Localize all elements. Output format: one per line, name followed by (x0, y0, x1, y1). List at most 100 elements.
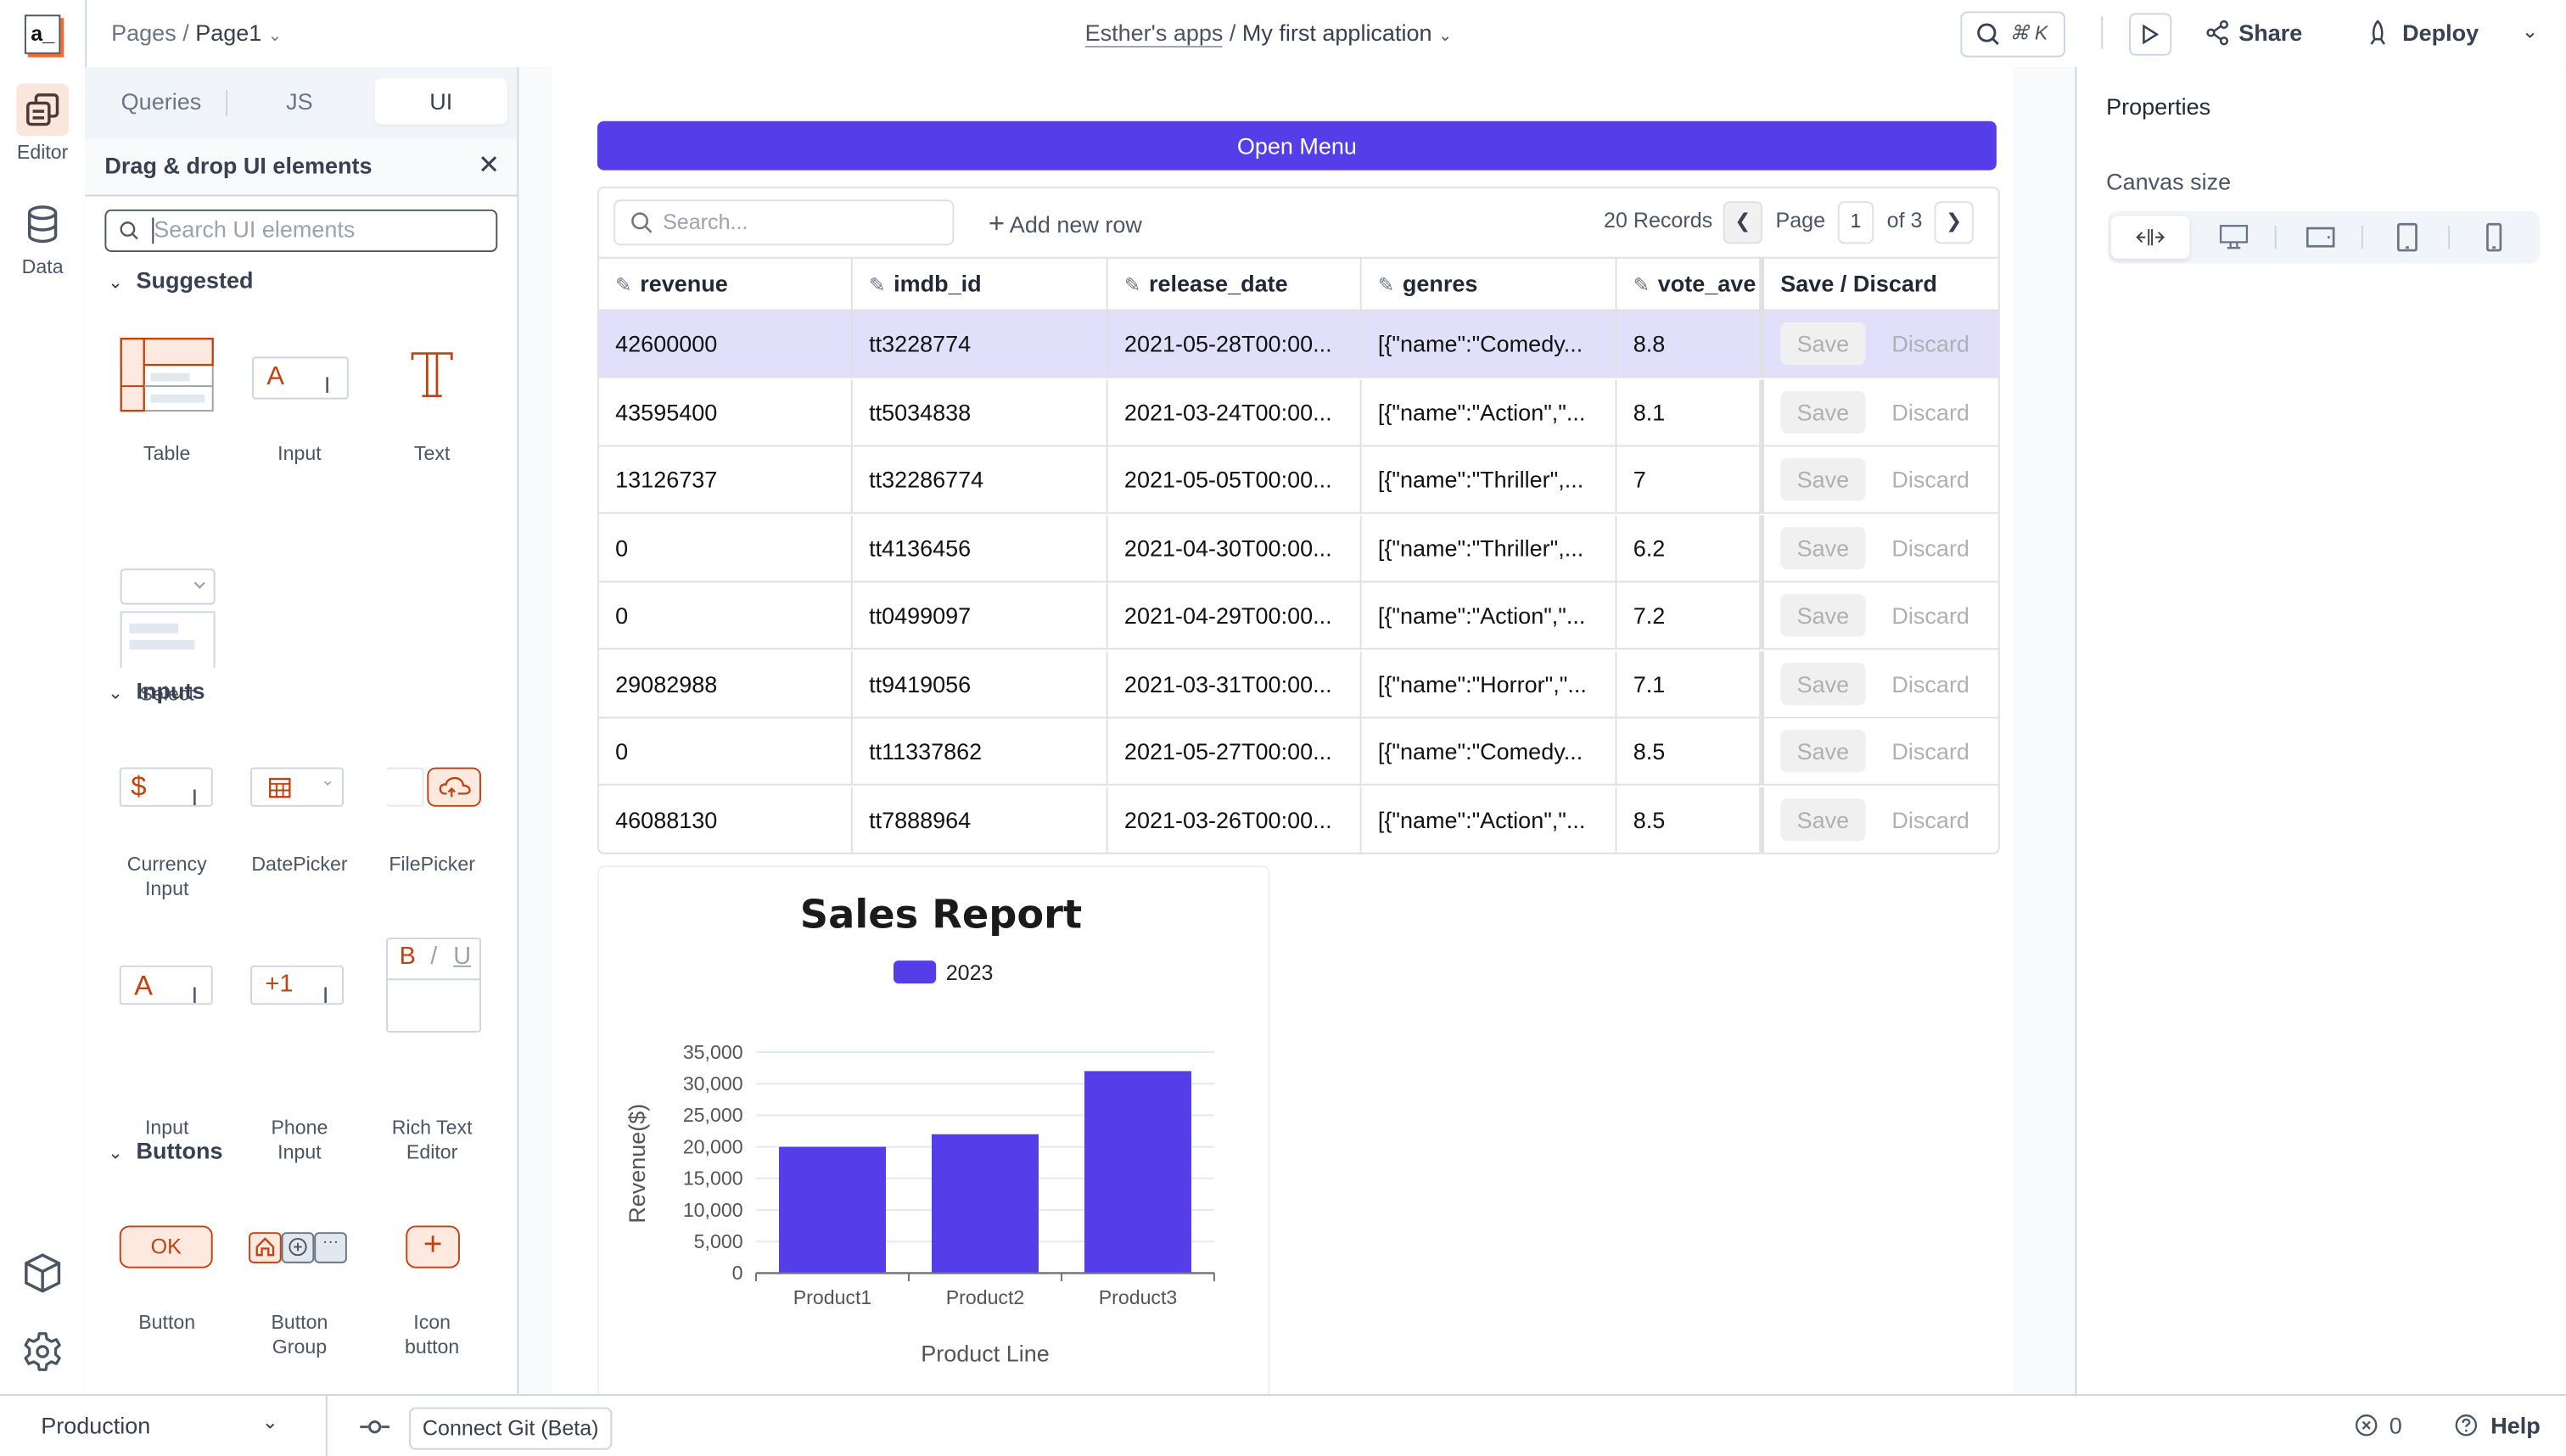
widget-card-phone-input[interactable]: +1 I Phone Input (234, 964, 365, 1163)
canvas-size-desktop[interactable] (2194, 216, 2273, 259)
table-cell[interactable]: 6.2 (1616, 514, 1762, 580)
deploy-options-chevron-icon[interactable]: ⌄ (2522, 20, 2538, 42)
table-row[interactable]: 0 tt0499097 2021-04-29T00:00... [{"name":"A… (598, 582, 1998, 650)
save-row-button[interactable]: Save (1780, 389, 1866, 434)
column-header[interactable]: ✎ imdb_id (853, 256, 1108, 310)
table-cell[interactable]: 46088130 (599, 786, 853, 852)
save-row-button[interactable]: Save (1780, 730, 1866, 773)
canvas-size-fluid[interactable] (2110, 216, 2190, 259)
tab-js[interactable]: JS (233, 79, 367, 125)
table-cell[interactable]: tt4136456 (853, 514, 1108, 580)
open-menu-button[interactable]: Open Menu (597, 120, 1997, 171)
app-breadcrumb[interactable]: Esther's apps / My first application ⌄ (1084, 20, 1452, 48)
column-header[interactable]: ✎ release_date (1108, 256, 1362, 310)
table-cell[interactable]: 2021-05-28T00:00... (1108, 311, 1362, 377)
rail-item-data[interactable]: Data (0, 198, 85, 278)
discard-row-button[interactable]: Discard (1891, 458, 1969, 501)
page-breadcrumb[interactable]: Pages / Page1 ⌄ (111, 20, 282, 46)
table-cell[interactable]: 8.8 (1616, 311, 1762, 377)
widget-card-text[interactable]: Text (367, 337, 497, 468)
table-cell[interactable]: [{"name":"Action","... (1362, 582, 1617, 648)
table-cell[interactable]: 0 (599, 582, 853, 648)
breadcrumb-pages[interactable]: Pages (111, 20, 176, 46)
table-cell[interactable]: 7 (1616, 446, 1762, 512)
table-cell[interactable]: 42600000 (599, 311, 853, 377)
save-row-button[interactable]: Save (1780, 526, 1866, 569)
discard-row-button[interactable]: Discard (1891, 526, 1969, 568)
table-cell[interactable]: [{"name":"Thriller",... (1362, 446, 1617, 512)
section-suggested[interactable]: ⌄ Suggested (108, 266, 253, 293)
save-row-button[interactable]: Save (1780, 594, 1866, 637)
page-number-input[interactable]: 1 (1837, 201, 1874, 244)
table-cell[interactable]: tt7888964 (853, 786, 1108, 852)
widget-card-input-2[interactable]: A I Input (102, 964, 233, 1139)
table-cell[interactable]: 8.5 (1616, 786, 1762, 852)
discard-row-button[interactable]: Discard (1891, 322, 1969, 365)
table-cell[interactable]: 0 (599, 718, 853, 784)
save-row-button[interactable]: Save (1780, 662, 1866, 705)
widget-card-button[interactable]: OK Button (102, 1225, 233, 1373)
table-cell[interactable]: [{"name":"Action","... (1362, 786, 1617, 852)
column-header[interactable]: Save / Discard (1761, 256, 1998, 310)
column-header[interactable]: ✎ vote_ave (1616, 256, 1762, 310)
table-cell[interactable]: [{"name":"Horror","... (1362, 650, 1617, 716)
table-cell[interactable]: 7.2 (1616, 582, 1762, 648)
widget-card-input[interactable]: A I Input (234, 337, 365, 468)
table-cell[interactable]: 29082988 (599, 650, 853, 716)
discard-row-button[interactable]: Discard (1891, 730, 1969, 772)
discard-row-button[interactable]: Discard (1891, 390, 1969, 433)
environment-selector[interactable]: Production ⌄ (0, 1396, 328, 1456)
table-cell[interactable]: tt32286774 (853, 446, 1108, 512)
widget-card-datepicker[interactable]: ⌄ DatePicker (234, 767, 365, 915)
search-ui-elements-input[interactable]: Search UI elements (104, 209, 498, 252)
table-cell[interactable]: [{"name":"Action","... (1362, 378, 1617, 445)
help-button[interactable]: Help (2455, 1412, 2541, 1438)
table-cell[interactable]: [{"name":"Comedy... (1362, 718, 1617, 784)
table-cell[interactable]: [{"name":"Comedy... (1362, 311, 1617, 377)
error-counter[interactable]: 0 (2355, 1412, 2402, 1438)
preview-button[interactable] (2129, 13, 2172, 56)
workspace-link[interactable]: Esther's apps (1084, 20, 1224, 48)
widget-card-currency-input[interactable]: $ I Currency Input (102, 767, 233, 915)
widget-card-icon-button[interactable]: + Icon button (367, 1225, 497, 1373)
column-header[interactable]: ✎ revenue (599, 256, 853, 310)
table-row[interactable]: 0 tt4136456 2021-04-30T00:00... [{"name":"T… (598, 514, 1998, 582)
canvas-size-mobile[interactable] (2455, 216, 2534, 259)
tab-queries[interactable]: Queries (98, 79, 224, 125)
app-logo[interactable]: a_ (24, 14, 61, 54)
table-cell[interactable]: 2021-04-30T00:00... (1108, 514, 1362, 580)
table-cell[interactable]: 2021-03-31T00:00... (1108, 650, 1362, 716)
save-row-button[interactable]: Save (1780, 798, 1866, 841)
rail-item-editor[interactable]: Editor (0, 83, 85, 164)
table-row[interactable]: 13126737 tt32286774 2021-05-05T00:00... [{"… (598, 446, 1998, 514)
section-inputs[interactable]: ⌄ Inputs (108, 677, 204, 703)
table-search-input[interactable]: Search... (613, 199, 955, 246)
table-row[interactable]: 42600000 tt3228774 2021-05-28T00:00... [{"n… (598, 311, 1998, 378)
table-cell[interactable]: 7.1 (1616, 650, 1762, 716)
discard-row-button[interactable]: Discard (1891, 798, 1969, 840)
tab-ui[interactable]: UI (374, 78, 507, 125)
widget-card-rich-text-editor[interactable]: B / U Rich Text Editor (367, 931, 497, 1163)
section-buttons[interactable]: ⌄ Buttons (108, 1137, 222, 1163)
table-cell[interactable]: 2021-03-26T00:00... (1108, 786, 1362, 852)
table-cell[interactable]: tt0499097 (853, 582, 1108, 648)
save-row-button[interactable]: Save (1780, 457, 1866, 501)
table-row[interactable]: 0 tt11337862 2021-05-27T00:00... [{"name":"… (598, 718, 1998, 786)
widget-card-button-group[interactable]: ··· Button Group (234, 1225, 365, 1373)
canvas-size-tablet[interactable] (2368, 216, 2447, 259)
canvas-size-tablet-landscape[interactable] (2281, 216, 2360, 259)
breadcrumb-page-name[interactable]: Page1 (195, 20, 261, 46)
table-cell[interactable]: tt9419056 (853, 650, 1108, 716)
table-row[interactable]: 29082988 tt9419056 2021-03-31T00:00... [{"n… (598, 650, 1998, 718)
next-page-button[interactable]: ❯ (1934, 201, 1974, 244)
table-cell[interactable]: tt5034838 (853, 378, 1108, 445)
table-cell[interactable]: 13126737 (599, 446, 853, 512)
prev-page-button[interactable]: ❮ (1723, 201, 1763, 244)
settings-gear-icon[interactable] (21, 1330, 64, 1373)
add-new-row-button[interactable]: + Add new row (989, 208, 1142, 241)
widget-card-table[interactable]: Table (102, 337, 233, 468)
discard-row-button[interactable]: Discard (1891, 662, 1969, 704)
table-cell[interactable]: 2021-03-24T00:00... (1108, 378, 1362, 445)
app-name[interactable]: My first application (1242, 20, 1432, 46)
table-cell[interactable]: tt3228774 (853, 311, 1108, 377)
